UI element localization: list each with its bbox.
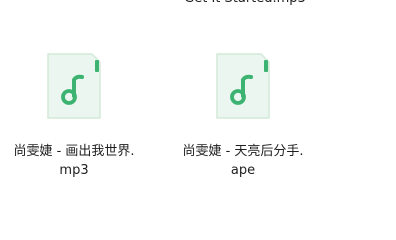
file-name: 尚雯婕 - 天亮后分手. ape [168,142,318,180]
file-name-line2: ape [230,163,256,178]
file-name-line2: mp3 [59,163,89,178]
music-file-icon [215,52,271,119]
file-name-line1: 尚雯婕 - 天亮后分手. [182,144,304,159]
music-file-icon [46,52,102,119]
file-name: 尚雯婕 - 画出我世界. mp3 [0,142,149,180]
file-item[interactable]: 尚雯婕 - 画出我世界. mp3 [0,46,149,180]
file-item[interactable]: 尚雯婕 - 天亮后分手. ape [168,46,318,180]
file-explorer-view: Get It Started.mp3 尚雯婕 - 画出我世界. mp3 [0,0,396,227]
file-item-label-partial[interactable]: Get It Started.mp3 [150,0,340,8]
file-name-line1: 尚雯婕 - 画出我世界. [13,144,135,159]
